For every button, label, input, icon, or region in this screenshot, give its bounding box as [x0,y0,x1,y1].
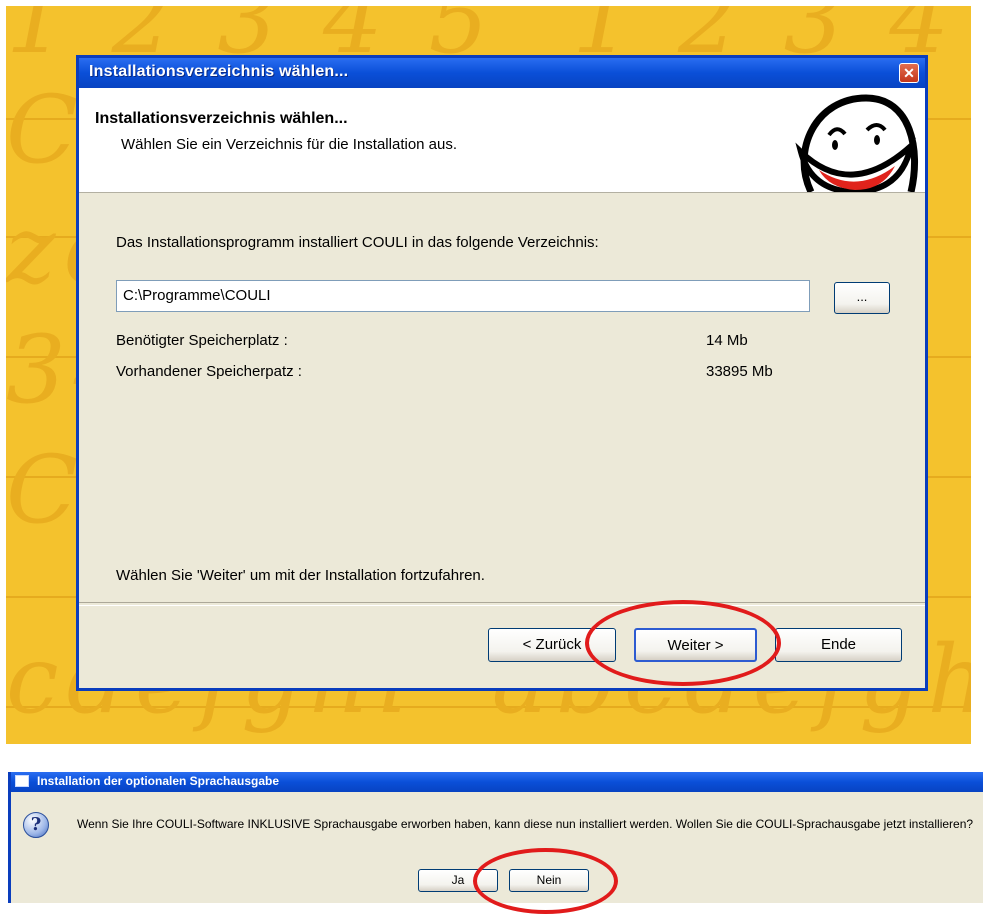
header-heading: Installationsverzeichnis wählen... [95,110,348,127]
install-path-input[interactable]: C:\Programme\COULI [116,280,810,312]
highlight-ring-next [585,600,781,686]
title-bar: Installation der optionalen Sprachausgab… [11,772,983,792]
question-icon: ? [23,812,49,838]
continue-hint: Wählen Sie 'Weiter' um mit der Installat… [116,567,485,584]
prompt-message: Wenn Sie Ihre COULI-Software INKLUSIVE S… [77,817,974,831]
required-space-label: Benötigter Speicherplatz : [116,332,288,349]
window-icon [15,775,29,787]
intro-text: Das Installationsprogramm installiert CO… [116,234,599,251]
wizard-header: Installationsverzeichnis wählen... Wähle… [79,88,925,193]
window-title: Installationsverzeichnis wählen... [89,63,349,80]
highlight-ring-no [473,848,618,914]
smiley-face-icon [795,94,919,192]
button-divider [79,602,925,606]
installer-dialog: Installationsverzeichnis wählen... ✕ Ins… [76,55,928,691]
window-title: Installation der optionalen Sprachausgab… [37,774,280,788]
close-icon[interactable]: ✕ [899,63,919,83]
browse-button[interactable]: ... [834,282,890,314]
available-space-label: Vorhandener Speicherpatz : [116,363,302,380]
title-bar: Installationsverzeichnis wählen... ✕ [79,58,925,88]
required-space-value: 14 Mb [706,332,748,349]
available-space-value: 33895 Mb [706,363,773,380]
header-subheading: Wählen Sie ein Verzeichnis für die Insta… [121,136,458,153]
end-button[interactable]: Ende [775,628,902,662]
